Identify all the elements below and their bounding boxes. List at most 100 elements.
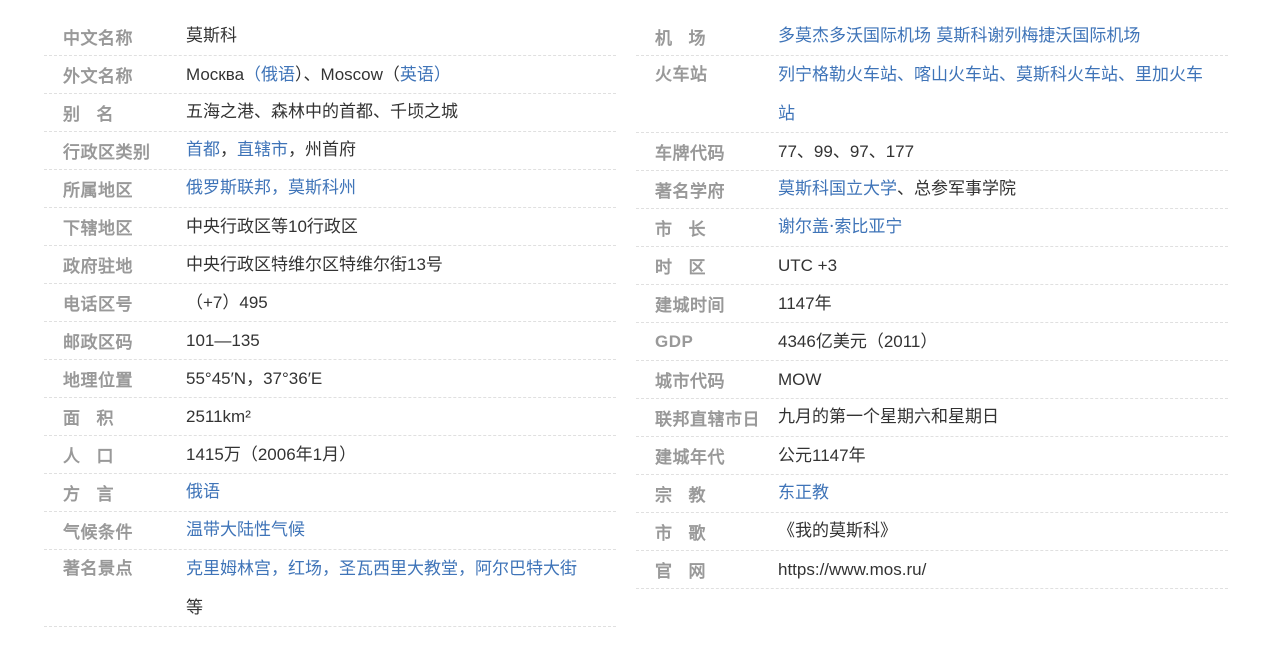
row-website: 官网 https://www.mos.ru/ <box>636 551 1228 589</box>
value-founded-era: 公元1147年 <box>778 445 866 466</box>
link-mayor[interactable]: 谢尔盖·索比亚宁 <box>778 208 902 247</box>
foreign-name-russian: Москва <box>186 64 245 84</box>
label-landmarks: 著名景点 <box>63 559 133 579</box>
value-train-station: 列宁格勒火车站、喀山火车站、莫斯科火车站、里加火车站 <box>778 65 1203 124</box>
row-area: 面积 2511km² <box>44 398 616 436</box>
foreign-name-paren-open: （ <box>244 64 262 85</box>
value-government-seat: 中央行政区特维尔区特维尔街13号 <box>186 254 443 275</box>
label-dialect: 方言 <box>63 485 114 505</box>
value-population: 1415万（2006年1月） <box>186 444 357 465</box>
label-population: 人口 <box>63 447 114 467</box>
row-plate-code: 车牌代码 77、99、97、177 <box>636 133 1228 171</box>
row-climate: 气候条件 温带大陆性气候 <box>44 512 616 550</box>
label-foreign-name: 外文名称 <box>63 67 133 87</box>
link-red-square[interactable]: 红场 <box>288 559 322 579</box>
link-russian-federation[interactable]: 俄罗斯联邦 <box>186 178 271 198</box>
row-dialect: 方言 俄语 <box>44 474 616 512</box>
label-website: 官网 <box>655 562 706 582</box>
label-location: 地理位置 <box>63 371 133 391</box>
value-timezone: UTC +3 <box>778 256 838 275</box>
row-location: 地理位置 55°45′N，37°36′E <box>44 360 616 398</box>
row-phone-code: 电话区号 （+7）495 <box>44 284 616 322</box>
row-timezone: 时区 UTC +3 <box>636 247 1228 285</box>
row-federal-day: 联邦直辖市日 九月的第一个星期六和星期日 <box>636 399 1228 437</box>
label-anthem: 市歌 <box>655 524 706 544</box>
row-subdivisions: 下辖地区 中央行政区等10行政区 <box>44 208 616 246</box>
label-universities: 著名学府 <box>655 182 725 202</box>
row-universities: 著名学府 莫斯科国立大学、总参军事学院 <box>636 171 1228 209</box>
row-founded-era: 建城年代 公元1147年 <box>636 437 1228 475</box>
value-gdp: 4346亿美元（2011） <box>778 331 938 352</box>
row-government-seat: 政府驻地 中央行政区特维尔区特维尔街13号 <box>44 246 616 284</box>
label-mayor: 市长 <box>655 220 706 240</box>
link-kremlin[interactable]: 克里姆林宫 <box>186 559 271 579</box>
link-climate[interactable]: 温带大陆性气候 <box>186 511 305 550</box>
row-admin-type: 行政区类别 首都，直辖市，州首府 <box>44 132 616 170</box>
value-plate-code: 77、99、97、177 <box>778 142 915 161</box>
label-region: 所属地区 <box>63 181 133 201</box>
label-founded-time: 建城时间 <box>655 296 725 316</box>
link-kazansky[interactable]: 喀山火车站 <box>914 65 999 85</box>
row-anthem: 市歌 《我的莫斯科》 <box>636 513 1228 551</box>
value-website: https://www.mos.ru/ <box>778 560 927 579</box>
value-postal-code: 101—135 <box>186 331 260 350</box>
row-founded-time: 建城时间 1147年 <box>636 285 1228 323</box>
link-moscow-oblast[interactable]: 莫斯科州 <box>288 178 356 198</box>
label-federal-day: 联邦直辖市日 <box>655 410 760 430</box>
link-english-language[interactable]: 英语 <box>400 65 434 85</box>
label-government-seat: 政府驻地 <box>63 257 133 277</box>
link-russian-language[interactable]: 俄语 <box>261 65 295 85</box>
value-anthem: 《我的莫斯科》 <box>778 521 897 541</box>
value-admin-type: 首都，直辖市，州首府 <box>186 140 356 160</box>
link-moscow-station[interactable]: 莫斯科火车站 <box>1016 65 1118 85</box>
value-area: 2511km² <box>186 407 251 426</box>
row-landmarks: 著名景点 克里姆林宫，红场，圣瓦西里大教堂，阿尔巴特大街等 <box>44 550 616 627</box>
row-population: 人口 1415万（2006年1月） <box>44 436 616 474</box>
value-location: 55°45′N，37°36′E <box>186 369 323 388</box>
label-airport: 机场 <box>655 29 706 49</box>
link-dialect-russian[interactable]: 俄语 <box>186 473 220 512</box>
foreign-name-paren-close: ） <box>433 64 451 85</box>
label-postal-code: 邮政区码 <box>63 333 133 353</box>
link-federal-city[interactable]: 直辖市 <box>237 140 288 160</box>
label-admin-type: 行政区类别 <box>63 143 151 163</box>
link-sheremetyevo[interactable]: 莫斯科谢列梅捷沃国际机场 <box>936 26 1140 46</box>
value-phone-code: （+7）495 <box>186 293 268 312</box>
value-city-code: MOW <box>778 370 822 389</box>
row-train-station: 火车站 列宁格勒火车站、喀山火车站、莫斯科火车站、里加火车站 <box>636 56 1228 133</box>
link-st-basil[interactable]: 圣瓦西里大教堂 <box>339 559 458 579</box>
row-city-code: 城市代码 MOW <box>636 361 1228 399</box>
label-alias: 别名 <box>63 105 114 125</box>
value-chinese-name: 莫斯科 <box>186 26 237 46</box>
infobox-right-column: 机场 多莫杰多沃国际机场 莫斯科谢列梅捷沃国际机场 火车站 列宁格勒火车站、喀山… <box>636 18 1228 589</box>
label-area: 面积 <box>63 409 114 429</box>
label-timezone: 时区 <box>655 258 706 278</box>
row-alias: 别名 五海之港、森林中的首都、千顷之城 <box>44 94 616 132</box>
link-leningradsky[interactable]: 列宁格勒火车站 <box>778 65 897 85</box>
value-alias: 五海之港、森林中的首都、千顷之城 <box>186 102 458 122</box>
link-capital[interactable]: 首都 <box>186 140 220 160</box>
row-mayor: 市长 谢尔盖·索比亚宁 <box>636 209 1228 247</box>
link-arbat-street[interactable]: 阿尔巴特大街 <box>475 559 577 579</box>
label-religion: 宗教 <box>655 486 706 506</box>
label-plate-code: 车牌代码 <box>655 144 725 164</box>
label-phone-code: 电话区号 <box>63 295 133 315</box>
value-airport: 多莫杰多沃国际机场 莫斯科谢列梅捷沃国际机场 <box>778 17 1140 56</box>
link-domodedovo[interactable]: 多莫杰多沃国际机场 <box>778 26 931 46</box>
foreign-name-english: ）、Moscow（ <box>295 64 400 84</box>
link-orthodox[interactable]: 东正教 <box>778 474 829 513</box>
label-city-code: 城市代码 <box>655 372 725 392</box>
row-foreign-name: 外文名称 Москва（俄语）、Moscow（英语） <box>44 56 616 94</box>
city-infobox: 中文名称 莫斯科 外文名称 Москва（俄语）、Moscow（英语） 别名 五… <box>44 18 1228 648</box>
link-msu[interactable]: 莫斯科国立大学 <box>778 179 897 199</box>
label-chinese-name: 中文名称 <box>63 29 133 49</box>
value-region: 俄罗斯联邦，莫斯科州 <box>186 178 356 198</box>
value-subdivisions: 中央行政区等10行政区 <box>186 216 358 237</box>
row-airport: 机场 多莫杰多沃国际机场 莫斯科谢列梅捷沃国际机场 <box>636 18 1228 56</box>
label-train-station: 火车站 <box>655 65 708 85</box>
row-religion: 宗教 东正教 <box>636 475 1228 513</box>
value-founded-time: 1147年 <box>778 293 832 314</box>
row-region: 所属地区 俄罗斯联邦，莫斯科州 <box>44 170 616 208</box>
value-federal-day: 九月的第一个星期六和星期日 <box>778 407 999 427</box>
value-foreign-name: Москва（俄语）、Moscow（英语） <box>186 55 451 95</box>
